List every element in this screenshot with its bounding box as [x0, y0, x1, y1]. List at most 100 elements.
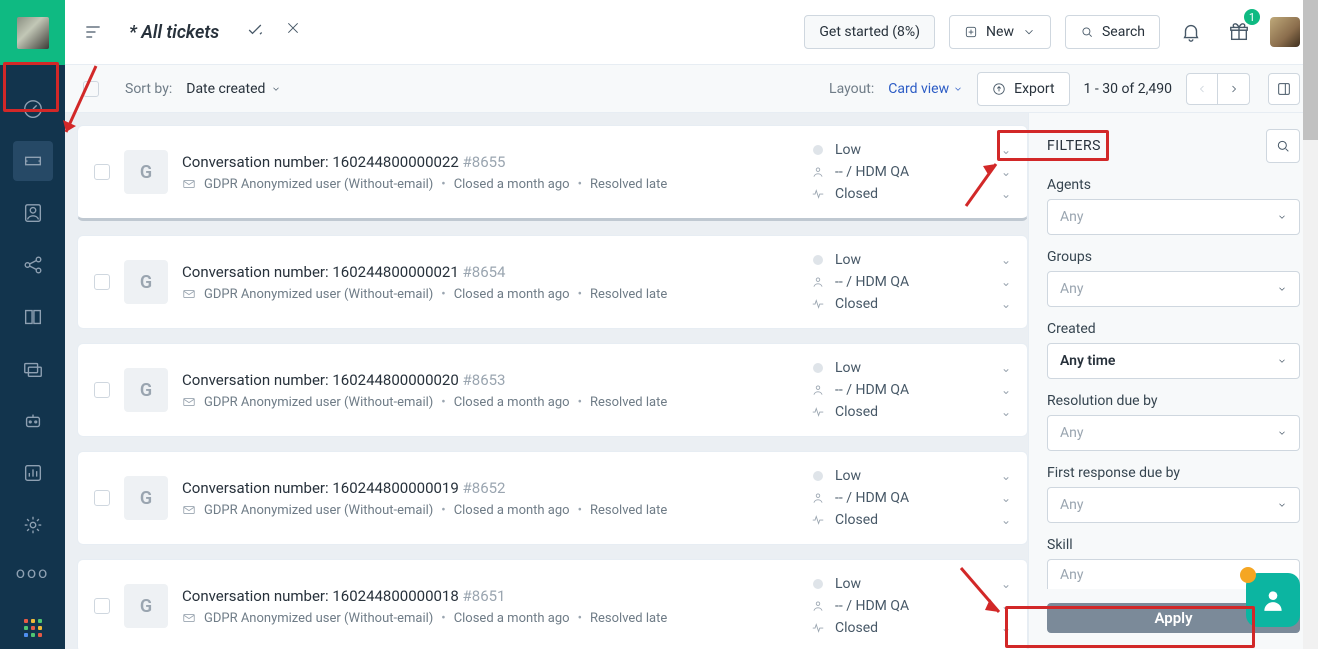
priority-dropdown[interactable]: Low⌄	[811, 468, 1011, 484]
ticket-title[interactable]: Conversation number: 160244800000019 #86…	[182, 479, 797, 497]
gift-icon[interactable]: 1	[1222, 15, 1256, 49]
ticket-sla-text: Resolved late	[590, 611, 667, 626]
discard-view-icon[interactable]	[285, 20, 301, 45]
filter-first-response-select[interactable]: Any	[1047, 487, 1300, 523]
ticket-checkbox[interactable]	[94, 274, 110, 290]
state-dropdown[interactable]: Closed⌄	[811, 186, 1011, 202]
new-button[interactable]: New	[949, 15, 1051, 49]
ticket-checkbox[interactable]	[94, 598, 110, 614]
activity-icon	[811, 621, 825, 635]
filter-search-icon[interactable]	[1266, 129, 1300, 163]
ticket-title[interactable]: Conversation number: 160244800000018 #86…	[182, 587, 797, 605]
nav-admin[interactable]	[13, 505, 53, 545]
ticket-status-text: Closed a month ago	[454, 611, 570, 626]
brand-tile[interactable]	[0, 0, 65, 65]
ticket-sla-text: Resolved late	[590, 395, 667, 410]
state-dropdown[interactable]: Closed⌄	[811, 404, 1011, 420]
app-switcher-icon[interactable]	[24, 619, 42, 637]
search-button[interactable]: Search	[1065, 15, 1160, 49]
filter-groups-select[interactable]: Any	[1047, 271, 1300, 307]
activity-icon	[811, 187, 825, 201]
nav-dashboard[interactable]	[13, 89, 53, 129]
notifications-icon[interactable]	[1174, 15, 1208, 49]
page-title: * All tickets	[129, 22, 219, 43]
filter-skill-label: Skill	[1047, 537, 1300, 553]
activity-icon	[811, 405, 825, 419]
ticket-avatar: G	[124, 368, 168, 412]
ticket-card[interactable]: G Conversation number: 160244800000021 #…	[77, 235, 1028, 329]
ticket-card[interactable]: G Conversation number: 160244800000019 #…	[77, 451, 1028, 545]
layout-dropdown[interactable]: Card view	[888, 81, 963, 97]
save-view-icon[interactable]	[245, 20, 265, 45]
agent-dropdown[interactable]: -- / HDM QA⌄	[811, 598, 1011, 614]
body: G Conversation number: 160244800000022 #…	[65, 113, 1318, 649]
ticket-card[interactable]: G Conversation number: 160244800000022 #…	[77, 125, 1028, 221]
priority-dropdown[interactable]: Low⌄	[811, 576, 1011, 592]
select-all-checkbox[interactable]	[83, 81, 99, 97]
filter-resolution-select[interactable]: Any	[1047, 415, 1300, 451]
scrollbar[interactable]	[1303, 0, 1318, 649]
pager-prev[interactable]	[1186, 73, 1218, 105]
filter-agents-select[interactable]: Any	[1047, 199, 1300, 235]
profile-avatar[interactable]	[1270, 17, 1300, 47]
ticket-avatar: G	[124, 260, 168, 304]
agent-icon	[811, 491, 825, 505]
ticket-title[interactable]: Conversation number: 160244800000020 #86…	[182, 371, 797, 389]
ticket-sla-text: Resolved late	[590, 287, 667, 302]
agent-dropdown[interactable]: -- / HDM QA⌄	[811, 382, 1011, 398]
export-label: Export	[1014, 81, 1054, 97]
hamburger-icon[interactable]	[83, 22, 103, 42]
scroll-thumb[interactable]	[1303, 0, 1318, 140]
nav-analytics[interactable]	[13, 453, 53, 493]
agent-dropdown[interactable]: -- / HDM QA⌄	[811, 274, 1011, 290]
ticket-checkbox[interactable]	[94, 382, 110, 398]
priority-dropdown[interactable]: Low⌄	[811, 252, 1011, 268]
ticket-checkbox[interactable]	[94, 490, 110, 506]
ticket-list: G Conversation number: 160244800000022 #…	[65, 113, 1028, 649]
ticket-contact: GDPR Anonymized user (Without-email)	[204, 395, 433, 410]
filter-resolution-label: Resolution due by	[1047, 393, 1300, 409]
export-button[interactable]: Export	[977, 72, 1069, 106]
activity-icon	[811, 297, 825, 311]
ticket-status-text: Closed a month ago	[454, 287, 570, 302]
nav-solutions[interactable]	[13, 297, 53, 337]
chat-notification-dot	[1240, 567, 1256, 583]
ticket-contact: GDPR Anonymized user (Without-email)	[204, 611, 433, 626]
toggle-panel-button[interactable]	[1268, 73, 1300, 105]
agent-dropdown[interactable]: -- / HDM QA⌄	[811, 164, 1011, 180]
agent-dropdown[interactable]: -- / HDM QA⌄	[811, 490, 1011, 506]
ticket-title[interactable]: Conversation number: 160244800000022 #86…	[182, 153, 797, 171]
mail-icon	[182, 503, 196, 517]
ticket-avatar: G	[124, 150, 168, 194]
state-dropdown[interactable]: Closed⌄	[811, 296, 1011, 312]
nav-contacts[interactable]	[13, 193, 53, 233]
ticket-card[interactable]: G Conversation number: 160244800000020 #…	[77, 343, 1028, 437]
nav-forums[interactable]	[13, 349, 53, 389]
chat-fab[interactable]	[1246, 573, 1300, 627]
ticket-title[interactable]: Conversation number: 160244800000021 #86…	[182, 263, 797, 281]
state-dropdown[interactable]: Closed⌄	[811, 620, 1011, 636]
header: * All tickets Get started (8%) New Searc…	[65, 0, 1318, 65]
ticket-id: #8654	[463, 263, 506, 281]
nav-bots[interactable]	[13, 401, 53, 441]
pager-next[interactable]	[1218, 73, 1250, 105]
ticket-id: #8655	[463, 153, 506, 171]
mail-icon	[182, 177, 196, 191]
state-dropdown[interactable]: Closed⌄	[811, 512, 1011, 528]
nav-social[interactable]	[13, 245, 53, 285]
ticket-checkbox[interactable]	[94, 164, 110, 180]
filter-created-select[interactable]: Any time	[1047, 343, 1300, 379]
ticket-avatar: G	[124, 584, 168, 628]
get-started-button[interactable]: Get started (8%)	[804, 15, 935, 49]
nav-tickets[interactable]	[13, 141, 53, 181]
nav-more[interactable]: ooo	[16, 563, 49, 582]
priority-dropdown[interactable]: Low⌄	[811, 142, 1011, 158]
ticket-contact: GDPR Anonymized user (Without-email)	[204, 287, 433, 302]
ticket-sla-text: Resolved late	[590, 503, 667, 518]
ticket-contact: GDPR Anonymized user (Without-email)	[204, 177, 433, 192]
sort-dropdown[interactable]: Date created	[186, 81, 281, 97]
ticket-status-text: Closed a month ago	[454, 503, 570, 518]
ticket-card[interactable]: G Conversation number: 160244800000018 #…	[77, 559, 1028, 649]
priority-dropdown[interactable]: Low⌄	[811, 360, 1011, 376]
filters-panel: FILTERS Agents Any Groups Any Created An…	[1028, 113, 1318, 649]
